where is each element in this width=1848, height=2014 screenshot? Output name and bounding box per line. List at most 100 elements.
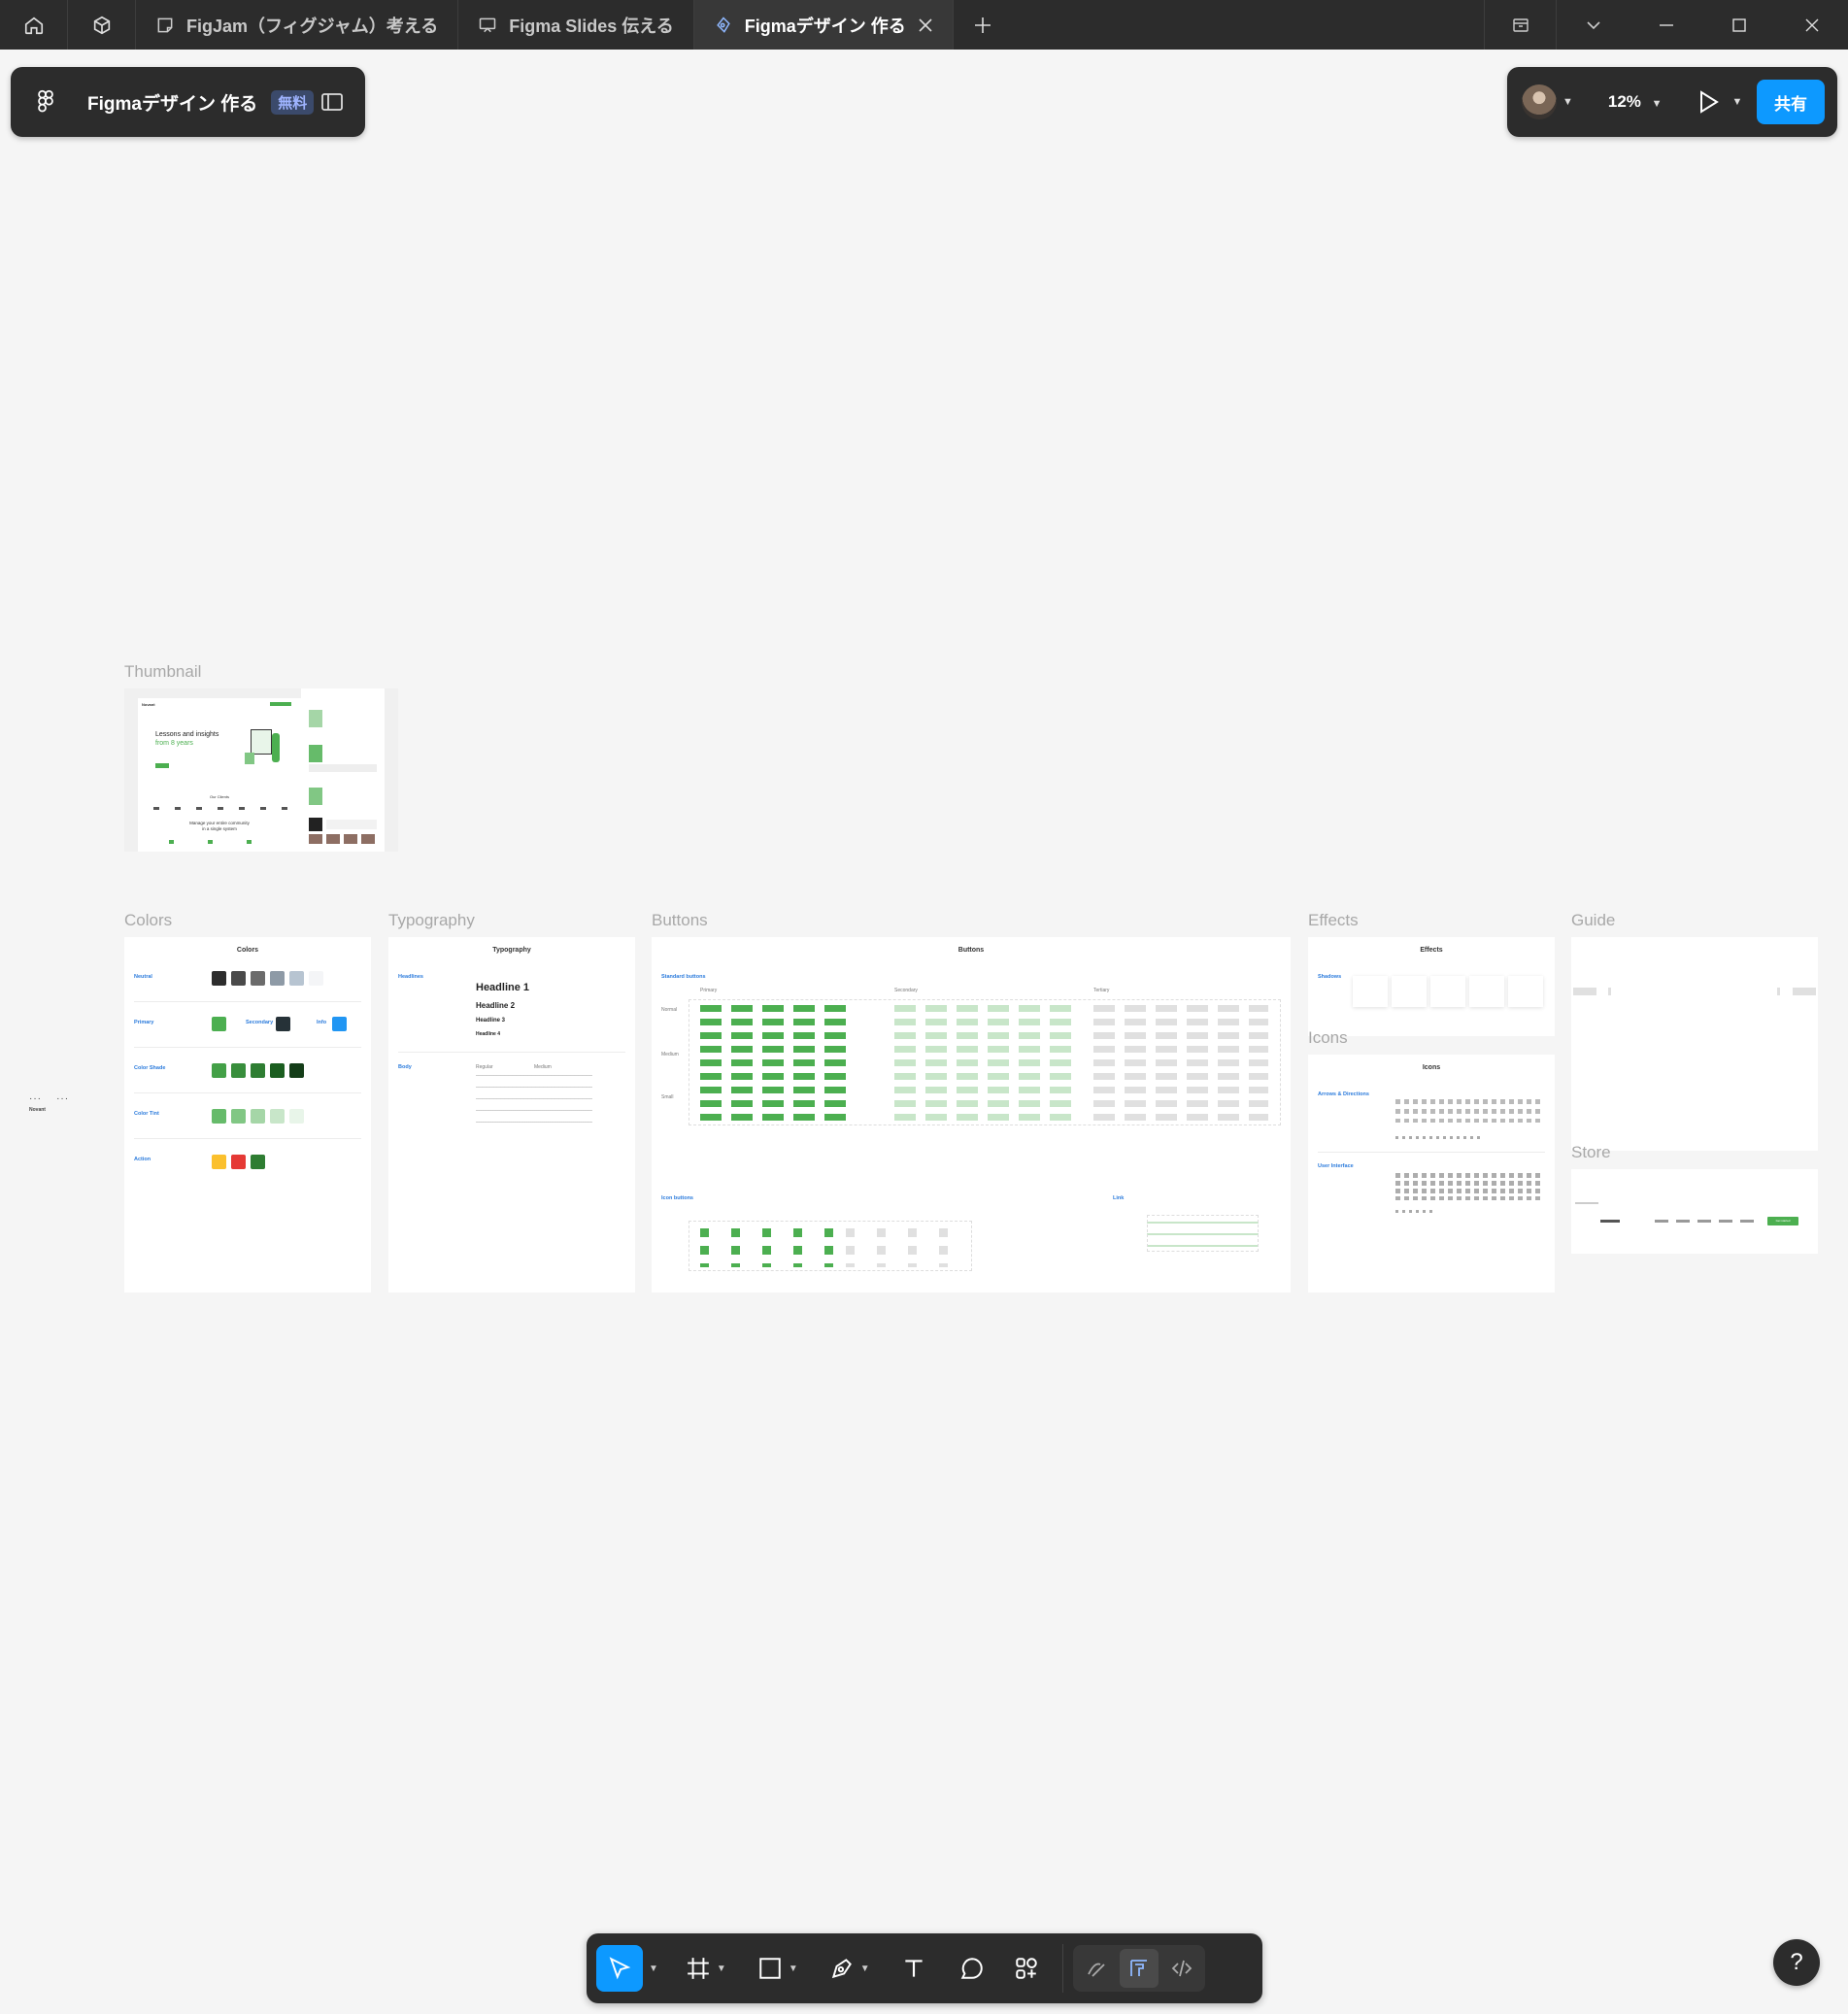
swatch xyxy=(251,1063,265,1078)
tab-figjam[interactable]: FigJam（フィグジャム）考える xyxy=(136,0,459,50)
ui-icons-label: User Interface xyxy=(1318,1163,1354,1169)
store-crumb xyxy=(1575,1202,1598,1204)
maximize-icon xyxy=(1731,17,1746,32)
thumb-clients: Our Clients xyxy=(209,794,229,799)
standard-buttons-label: Standard buttons xyxy=(661,974,706,980)
frame-colors[interactable]: Colors Neutral Primary Secondary Info Co… xyxy=(124,937,371,1292)
guide-marker-right-2 xyxy=(1793,988,1816,995)
side-marker: ··· ··· xyxy=(29,1093,70,1104)
help-button[interactable]: ? xyxy=(1773,1939,1820,1986)
tertiary-buttons-grid xyxy=(1093,1005,1268,1122)
frame-buttons[interactable]: Buttons Standard buttons Primary Seconda… xyxy=(652,937,1291,1292)
thumb-right xyxy=(301,688,385,852)
design-icon xyxy=(716,16,730,33)
icons-title: Icons xyxy=(1422,1064,1441,1071)
regular-label: Regular xyxy=(476,1064,493,1070)
code-icon xyxy=(1171,1960,1192,1977)
comment-tool[interactable] xyxy=(959,1945,985,1992)
size-label: Small xyxy=(661,1094,674,1100)
home-icon xyxy=(24,17,43,34)
thumb-manage-2: in a single system xyxy=(202,826,237,831)
body-samples xyxy=(476,1075,592,1124)
feature-icons xyxy=(169,840,276,844)
swatch xyxy=(332,1017,347,1031)
headline-4-sample: Headline 4 xyxy=(476,1031,501,1037)
info-label: Info xyxy=(317,1020,327,1025)
link-label: Link xyxy=(1113,1195,1125,1201)
frame-icons[interactable]: Icons Arrows & Directions User Interface xyxy=(1308,1055,1555,1292)
secondary-buttons-grid xyxy=(894,1005,1079,1122)
illustration xyxy=(243,723,286,766)
text-tool[interactable] xyxy=(901,1945,926,1992)
frame-label-icons[interactable]: Icons xyxy=(1308,1028,1348,1048)
link-frame xyxy=(1147,1215,1259,1252)
frame-store[interactable]: Get started xyxy=(1571,1169,1818,1254)
guide-marker-left xyxy=(1573,988,1596,995)
design-mode-button[interactable] xyxy=(1119,1949,1159,1988)
divider xyxy=(134,1138,361,1139)
frame-guide[interactable] xyxy=(1571,937,1818,1151)
frame-typography[interactable]: Typography Headlines Headline 1 Headline… xyxy=(388,937,635,1292)
secondary-label: Secondary xyxy=(894,988,918,993)
mode-switcher xyxy=(1072,1945,1205,1992)
shadow-sample xyxy=(1508,976,1543,1007)
bottom-toolbar: ▼ ▼ ▼ ▼ xyxy=(587,1933,1262,2003)
frame-label-buttons[interactable]: Buttons xyxy=(652,911,708,930)
frame-label-store[interactable]: Store xyxy=(1571,1143,1611,1162)
dev-mode-button[interactable] xyxy=(1162,1949,1201,1988)
headline-1-sample: Headline 1 xyxy=(476,982,530,993)
thumb-headline-1: Lessons and insights xyxy=(155,731,219,738)
colors-row-label: Neutral xyxy=(134,974,152,980)
resources-tool[interactable] xyxy=(1014,1945,1039,1992)
tab-label: Figmaデザイン 作る xyxy=(744,16,906,36)
size-label: Normal xyxy=(661,1007,678,1013)
draw-mode-button[interactable] xyxy=(1077,1949,1116,1988)
frame-effects[interactable]: Effects Shadows xyxy=(1308,937,1555,1036)
minimize-button[interactable] xyxy=(1630,0,1702,50)
close-tab-icon[interactable] xyxy=(918,17,933,33)
pen-icon xyxy=(831,1959,852,1979)
icon-buttons-grid-secondary xyxy=(846,1228,962,1267)
offline-files-button[interactable] xyxy=(1484,0,1557,50)
frame-label-guide[interactable]: Guide xyxy=(1571,911,1615,930)
tab-slides[interactable]: Figma Slides 伝える xyxy=(458,0,694,50)
home-button[interactable] xyxy=(0,0,68,50)
frame-label-typography[interactable]: Typography xyxy=(388,911,475,930)
swatch xyxy=(212,1155,226,1169)
tab-design[interactable]: Figmaデザイン 作る xyxy=(693,0,954,50)
community-button[interactable] xyxy=(68,0,136,50)
swatch xyxy=(309,971,323,986)
frame-label-thumbnail[interactable]: Thumbnail xyxy=(124,662,201,682)
swatch xyxy=(270,1109,285,1124)
frame-tool[interactable]: ▼ xyxy=(686,1945,726,1992)
swatch xyxy=(212,1109,226,1124)
move-tool[interactable]: ▼ xyxy=(596,1945,658,1992)
frame-label-colors[interactable]: Colors xyxy=(124,911,172,930)
shape-tool[interactable]: ▼ xyxy=(757,1945,798,1992)
chevron-down-icon[interactable]: ▼ xyxy=(649,1964,658,1974)
close-window-button[interactable] xyxy=(1775,0,1848,50)
plus-icon xyxy=(974,17,991,33)
tab-label: FigJam（フィグジャム）考える xyxy=(186,16,439,36)
new-tab-button[interactable] xyxy=(954,0,1012,50)
frame-thumbnail[interactable]: Novant Lessons and insights from 8 years… xyxy=(124,688,398,852)
pen-tool[interactable]: ▼ xyxy=(829,1945,870,1992)
colors-row-label: Color Tint xyxy=(134,1111,159,1117)
chevron-down-icon[interactable]: ▼ xyxy=(789,1964,798,1974)
move-tool-button[interactable] xyxy=(596,1945,643,1992)
tab-list-button[interactable] xyxy=(1557,0,1630,50)
colors-row-label: Color Shade xyxy=(134,1065,166,1071)
colors-title: Colors xyxy=(236,947,259,954)
divider xyxy=(398,1052,625,1053)
colors-row-label: Primary xyxy=(134,1020,154,1025)
chevron-down-icon[interactable]: ▼ xyxy=(717,1964,726,1974)
canvas[interactable]: ··· ··· Novant Thumbnail Novant Lessons … xyxy=(0,50,1848,2014)
primary-buttons-grid xyxy=(700,1005,856,1122)
colors-row-label: Action xyxy=(134,1157,151,1162)
maximize-button[interactable] xyxy=(1702,0,1775,50)
chevron-down-icon[interactable]: ▼ xyxy=(860,1964,870,1974)
frame-label-effects[interactable]: Effects xyxy=(1308,911,1359,930)
community-icon xyxy=(93,16,110,34)
swatch xyxy=(276,1017,290,1031)
swatch xyxy=(212,1017,226,1031)
